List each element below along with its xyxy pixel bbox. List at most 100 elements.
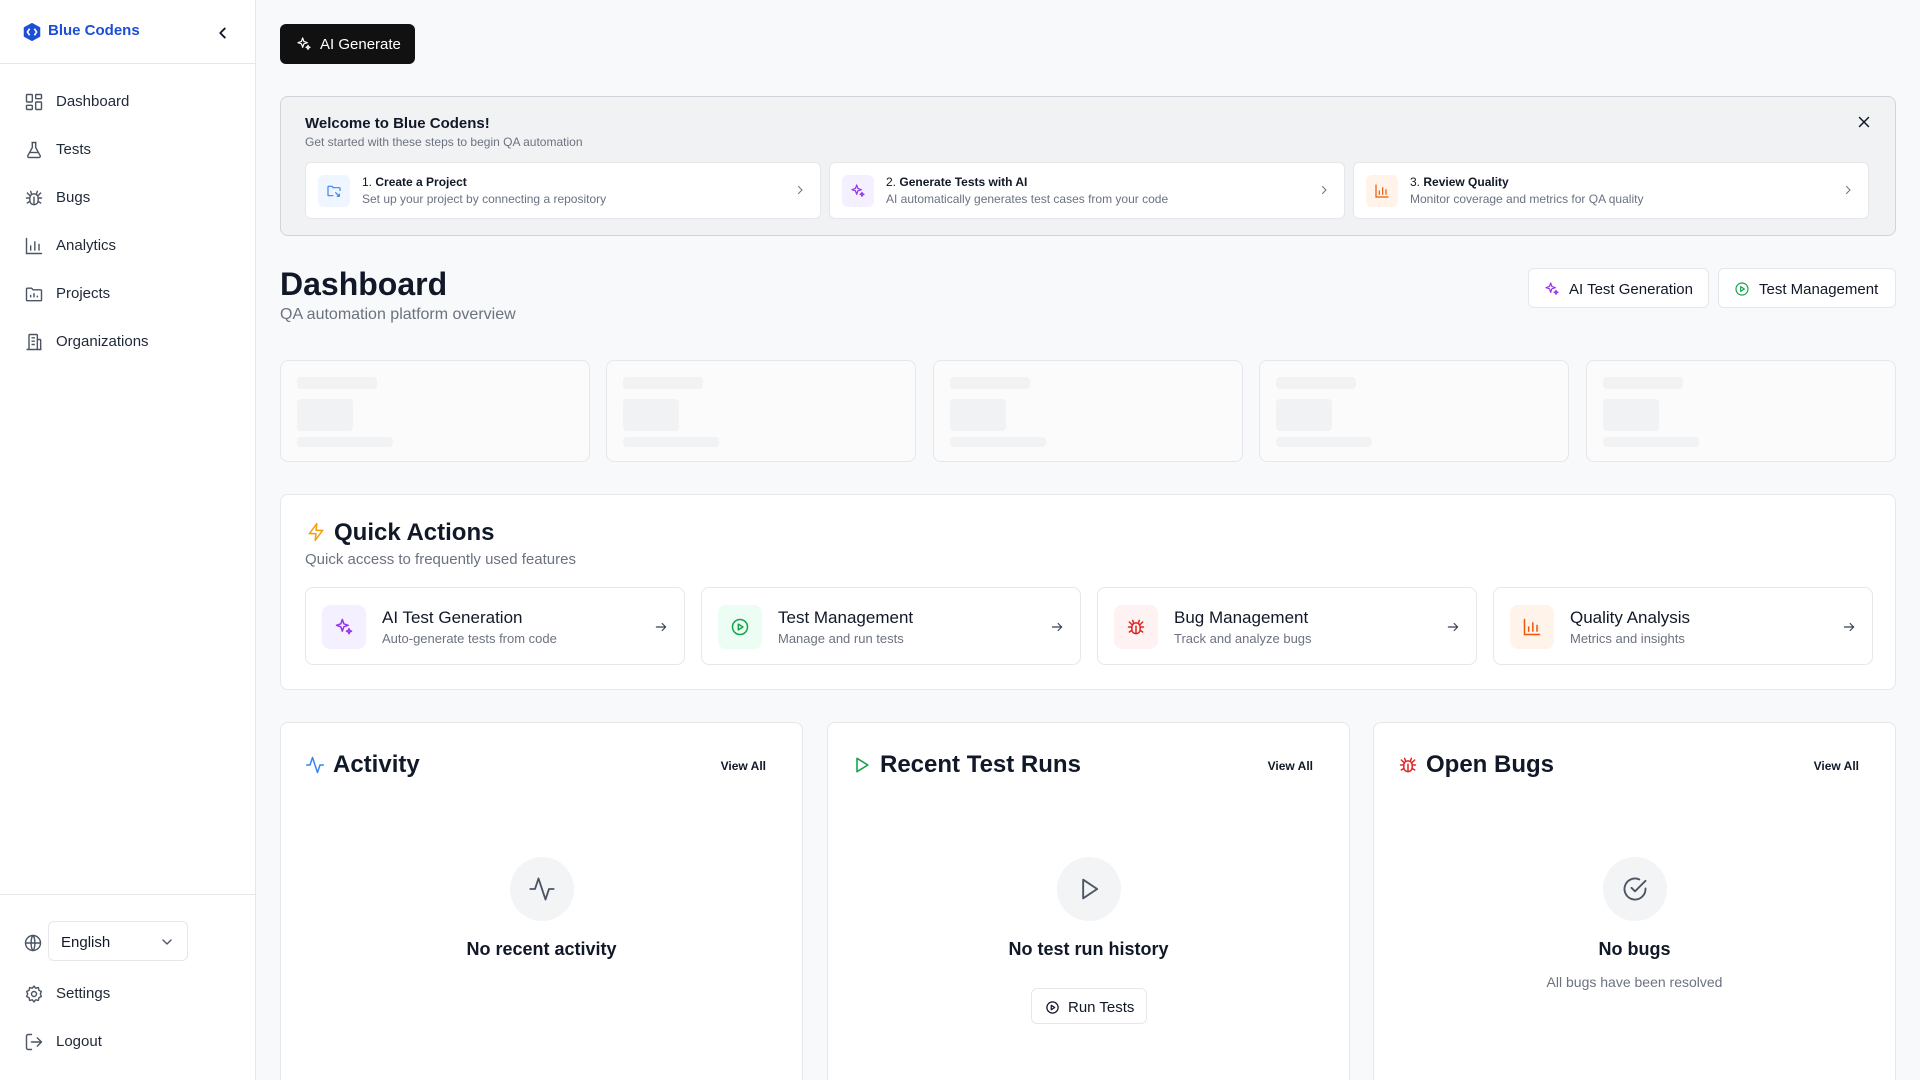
- step-icon-box: [842, 175, 874, 207]
- brand-header: Blue Codens: [0, 0, 255, 64]
- activity-panel: Activity View All No recent activity: [280, 722, 803, 1080]
- stat-card-loading: [280, 360, 590, 462]
- step-icon-box: [318, 175, 350, 207]
- stat-card-loading: [933, 360, 1243, 462]
- collapse-sidebar-chevron-left-icon[interactable]: [212, 22, 234, 44]
- welcome-banner: Welcome to Blue Codens! Get started with…: [280, 96, 1896, 236]
- skeleton-block: [950, 399, 1006, 431]
- skeleton-block: [1276, 399, 1332, 431]
- brand-name: Blue Codens: [48, 22, 140, 39]
- flask-icon: [26, 141, 42, 159]
- step-icon-box: [1366, 175, 1398, 207]
- ai-generate-button[interactable]: AI Generate: [280, 24, 415, 64]
- chevron-right-icon: [1322, 186, 1327, 194]
- skeleton-line: [297, 437, 393, 447]
- activity-pulse-icon: [529, 877, 555, 901]
- empty-state-circle: [510, 857, 574, 921]
- settings-button[interactable]: Settings: [12, 974, 242, 1014]
- empty-state-circle: [1057, 857, 1121, 921]
- quick-action-desc: Manage and run tests: [778, 631, 904, 646]
- stat-card-loading: [1586, 360, 1896, 462]
- stat-card-loading: [1259, 360, 1569, 462]
- step-create-project[interactable]: 1. Create a Project Set up your project …: [305, 162, 821, 219]
- quick-action-icon-box: [1114, 605, 1158, 649]
- ai-test-generation-button[interactable]: AI Test Generation: [1528, 268, 1709, 308]
- arrow-right-icon: [1051, 622, 1063, 632]
- sidebar-item-label: Bugs: [56, 189, 91, 206]
- bug-icon: [1127, 619, 1145, 635]
- quick-actions-title: Quick Actions: [334, 519, 495, 546]
- building-icon: [26, 333, 42, 351]
- skeleton-block: [1603, 399, 1659, 431]
- test-management-button[interactable]: Test Management: [1718, 268, 1896, 308]
- chevron-right-icon: [1846, 186, 1851, 194]
- skeleton-line: [623, 437, 719, 447]
- chevron-right-icon: [798, 186, 803, 194]
- sparkles-icon: [1545, 282, 1559, 295]
- bugs-view-all-link[interactable]: View All: [1814, 759, 1859, 773]
- play-circle-icon: [1735, 282, 1749, 296]
- quick-action-title: Test Management: [778, 608, 914, 627]
- sidebar-item-organizations[interactable]: Organizations: [12, 322, 242, 362]
- quick-action-desc: Metrics and insights: [1570, 631, 1685, 646]
- ai-test-generation-label: AI Test Generation: [1569, 281, 1693, 298]
- quick-actions-subtitle: Quick access to frequently used features: [305, 551, 576, 568]
- sidebar-item-projects[interactable]: Projects: [12, 274, 242, 314]
- activity-view-all-link[interactable]: View All: [721, 759, 766, 773]
- sidebar-item-dashboard[interactable]: Dashboard: [12, 82, 242, 122]
- quick-action-test-management[interactable]: Test Management Manage and run tests: [701, 587, 1081, 665]
- sidebar-item-bugs[interactable]: Bugs: [12, 178, 242, 218]
- bar-chart-icon: [25, 237, 43, 255]
- logout-button[interactable]: Logout: [12, 1022, 242, 1062]
- empty-state-title: No recent activity: [466, 939, 617, 959]
- skeleton-line: [623, 377, 703, 389]
- bar-chart-icon: [1523, 618, 1541, 636]
- quick-action-title: Quality Analysis: [1570, 608, 1690, 627]
- sidebar-item-label: Dashboard: [56, 93, 130, 110]
- dashboard-icon: [25, 93, 43, 111]
- brand-logo-icon: [23, 22, 41, 42]
- step-desc: AI automatically generates test cases fr…: [886, 192, 1169, 206]
- run-tests-label: Run Tests: [1068, 999, 1135, 1016]
- step-review-quality[interactable]: 3. Review Quality Monitor coverage and m…: [1353, 162, 1869, 219]
- gear-icon: [25, 985, 43, 1003]
- arrow-right-icon: [1843, 622, 1855, 632]
- skeleton-line: [950, 437, 1046, 447]
- check-circle-icon: [1623, 877, 1647, 901]
- test-runs-view-all-link[interactable]: View All: [1268, 759, 1313, 773]
- recent-test-runs-title: Recent Test Runs: [880, 751, 1081, 778]
- step-title: 1. Create a Project: [362, 175, 467, 189]
- step-generate-tests[interactable]: 2. Generate Tests with AI AI automatical…: [829, 162, 1345, 219]
- skeleton-line: [1603, 437, 1699, 447]
- skeleton-line: [1276, 437, 1372, 447]
- play-icon: [1082, 878, 1099, 900]
- play-circle-icon: [731, 618, 749, 636]
- sidebar-item-analytics[interactable]: Analytics: [12, 226, 242, 266]
- quick-action-ai-test-generation[interactable]: AI Test Generation Auto-generate tests f…: [305, 587, 685, 665]
- quick-action-icon-box: [322, 605, 366, 649]
- sidebar-item-label: Projects: [56, 285, 111, 302]
- folder-link-icon: [327, 185, 341, 197]
- bar-chart-icon: [1375, 184, 1389, 198]
- quick-action-bug-management[interactable]: Bug Management Track and analyze bugs: [1097, 587, 1477, 665]
- empty-state-circle: [1603, 857, 1667, 921]
- welcome-title: Welcome to Blue Codens!: [305, 115, 490, 132]
- quick-action-quality-analysis[interactable]: Quality Analysis Metrics and insights: [1493, 587, 1873, 665]
- run-tests-button[interactable]: Run Tests: [1031, 988, 1147, 1024]
- step-desc: Set up your project by connecting a repo…: [362, 192, 607, 206]
- welcome-subtitle: Get started with these steps to begin QA…: [305, 135, 583, 149]
- step-desc: Monitor coverage and metrics for QA qual…: [1410, 192, 1644, 206]
- sparkles-icon: [335, 618, 353, 635]
- close-icon[interactable]: [1855, 113, 1873, 131]
- skeleton-line: [1276, 377, 1356, 389]
- sidebar-item-tests[interactable]: Tests: [12, 130, 242, 170]
- skeleton-line: [950, 377, 1030, 389]
- stat-card-loading: [606, 360, 916, 462]
- bug-icon: [1399, 757, 1417, 773]
- quick-action-icon-box: [718, 605, 762, 649]
- skeleton-block: [623, 399, 679, 431]
- language-select[interactable]: English: [48, 921, 188, 961]
- quick-action-desc: Auto-generate tests from code: [382, 631, 557, 646]
- sidebar-item-label: Tests: [56, 141, 92, 158]
- open-bugs-panel: Open Bugs View All No bugs All bugs have…: [1373, 722, 1896, 1080]
